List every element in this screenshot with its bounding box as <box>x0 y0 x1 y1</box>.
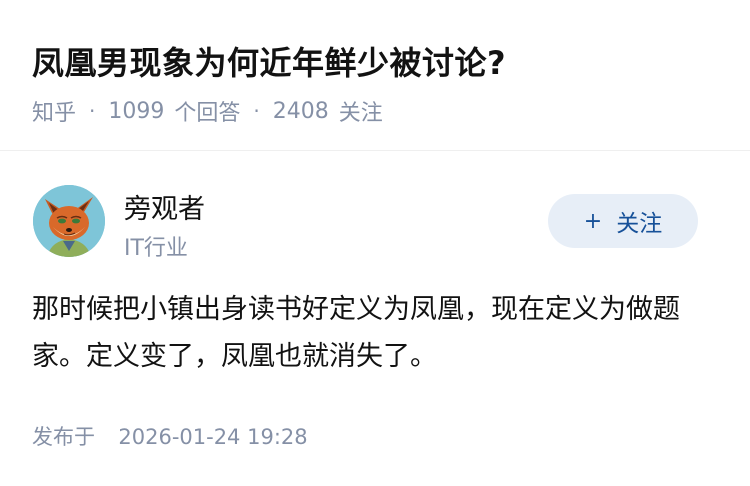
follower-count: 2408 <box>272 98 329 124</box>
plus-icon: + <box>583 208 603 234</box>
fox-avatar-icon[interactable] <box>33 185 105 257</box>
publish-info: 发布于 2026-01-24 19:28 <box>32 421 308 451</box>
follow-button[interactable]: + 关注 <box>548 194 698 248</box>
follow-button-label: 关注 <box>616 211 663 237</box>
follower-count-unit: 关注 <box>338 101 383 126</box>
answer-count-unit[interactable]: 个回答 <box>174 95 240 127</box>
answer-count[interactable]: 1099 <box>108 99 164 124</box>
publish-prefix: 发布于 <box>32 425 95 449</box>
publish-timestamp: 2026-01-24 19:28 <box>118 425 308 449</box>
source-label[interactable]: 知乎 <box>32 95 76 127</box>
meta-separator: · <box>253 99 260 123</box>
question-meta: 知乎 · 1099 个回答 · 2408 关注 <box>32 95 383 127</box>
author-name[interactable]: 旁观者 <box>124 187 205 226</box>
meta-separator: · <box>89 99 96 123</box>
divider <box>0 150 750 151</box>
author-headline: IT行业 <box>124 236 188 261</box>
answer-content[interactable]: 那时候把小镇出身读书好定义为凤凰，现在定义为做题家。定义变了，凤凰也就消失了。 <box>32 286 712 380</box>
question-title[interactable]: 凤凰男现象为何近年鲜少被讨论? <box>32 38 506 84</box>
